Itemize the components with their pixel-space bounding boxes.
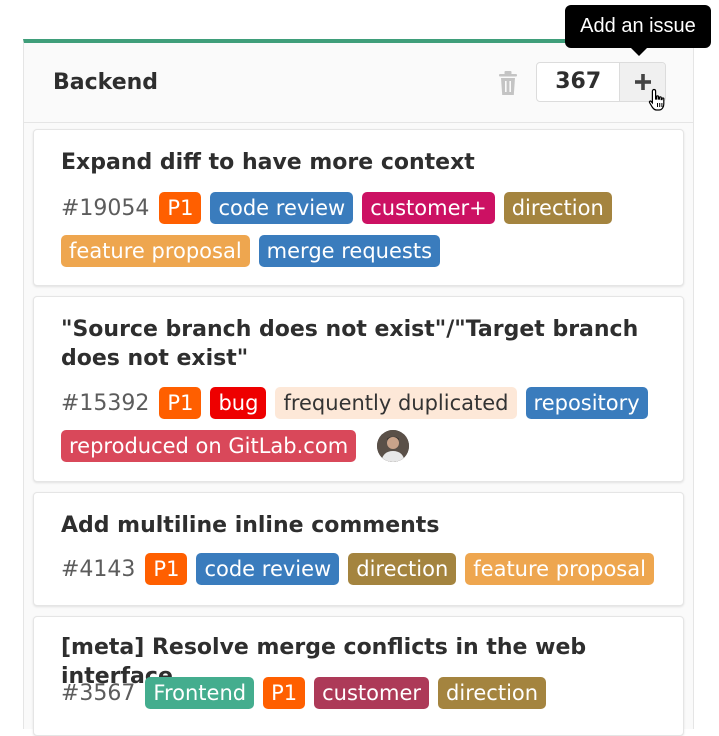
label[interactable]: Frontend [145, 677, 255, 709]
issue-title[interactable]: Add multiline inline comments [61, 511, 661, 540]
label[interactable]: feature proposal [465, 553, 654, 585]
issue-counter: 367 [536, 62, 666, 102]
add-issue-tooltip: Add an issue [565, 5, 711, 56]
issue-card[interactable]: [meta] Resolve merge conflicts in the we… [33, 616, 684, 736]
issue-meta: #19054 P1 code review customer+ directio… [61, 191, 621, 225]
issue-meta: #15392 P1 bug frequently duplicated repo… [61, 386, 657, 420]
issue-card[interactable]: Add multiline inline comments #4143 P1 c… [33, 492, 684, 606]
label[interactable]: direction [503, 192, 612, 224]
label[interactable]: reproduced on GitLab.com [61, 430, 357, 462]
hand-cursor-icon [648, 88, 665, 111]
label[interactable]: P1 [263, 677, 306, 709]
board-title: Backend [53, 70, 159, 95]
label[interactable]: repository [525, 387, 648, 419]
issue-labels: reproduced on GitLab.com [61, 429, 410, 463]
avatar-image [377, 430, 410, 462]
label[interactable]: customer+ [362, 192, 495, 224]
issue-ref: #4143 [61, 556, 136, 582]
label[interactable]: direction [438, 677, 547, 709]
label[interactable]: P1 [145, 553, 188, 585]
board-header: Backend 367 [24, 43, 693, 123]
issue-title[interactable]: Expand diff to have more context [61, 148, 661, 177]
issue-meta: #3567 Frontend P1 customer direction [61, 676, 555, 710]
label[interactable]: frequently duplicated [275, 387, 517, 419]
label[interactable]: merge requests [258, 235, 441, 267]
issue-meta: #4143 P1 code review direction feature p… [61, 552, 663, 586]
label[interactable]: feature proposal [61, 235, 250, 267]
issue-ref: #15392 [61, 390, 150, 416]
label[interactable]: P1 [159, 387, 202, 419]
assignee-avatar[interactable] [377, 430, 410, 462]
issue-ref: #3567 [61, 680, 136, 706]
label[interactable]: code review [196, 553, 340, 585]
issue-count: 367 [555, 69, 602, 94]
issue-title[interactable]: "Source branch does not exist"/"Target b… [61, 315, 661, 373]
issue-labels: feature proposal merge requests [61, 234, 449, 268]
label[interactable]: code review [210, 192, 354, 224]
issue-ref: #19054 [61, 195, 150, 221]
label[interactable]: direction [348, 553, 457, 585]
label[interactable]: customer [314, 677, 430, 709]
issue-card[interactable]: "Source branch does not exist"/"Target b… [33, 296, 684, 482]
issue-card[interactable]: Expand diff to have more context #19054 … [33, 129, 684, 286]
trash-icon[interactable] [497, 70, 519, 96]
label[interactable]: P1 [159, 192, 202, 224]
label[interactable]: bug [210, 387, 267, 419]
